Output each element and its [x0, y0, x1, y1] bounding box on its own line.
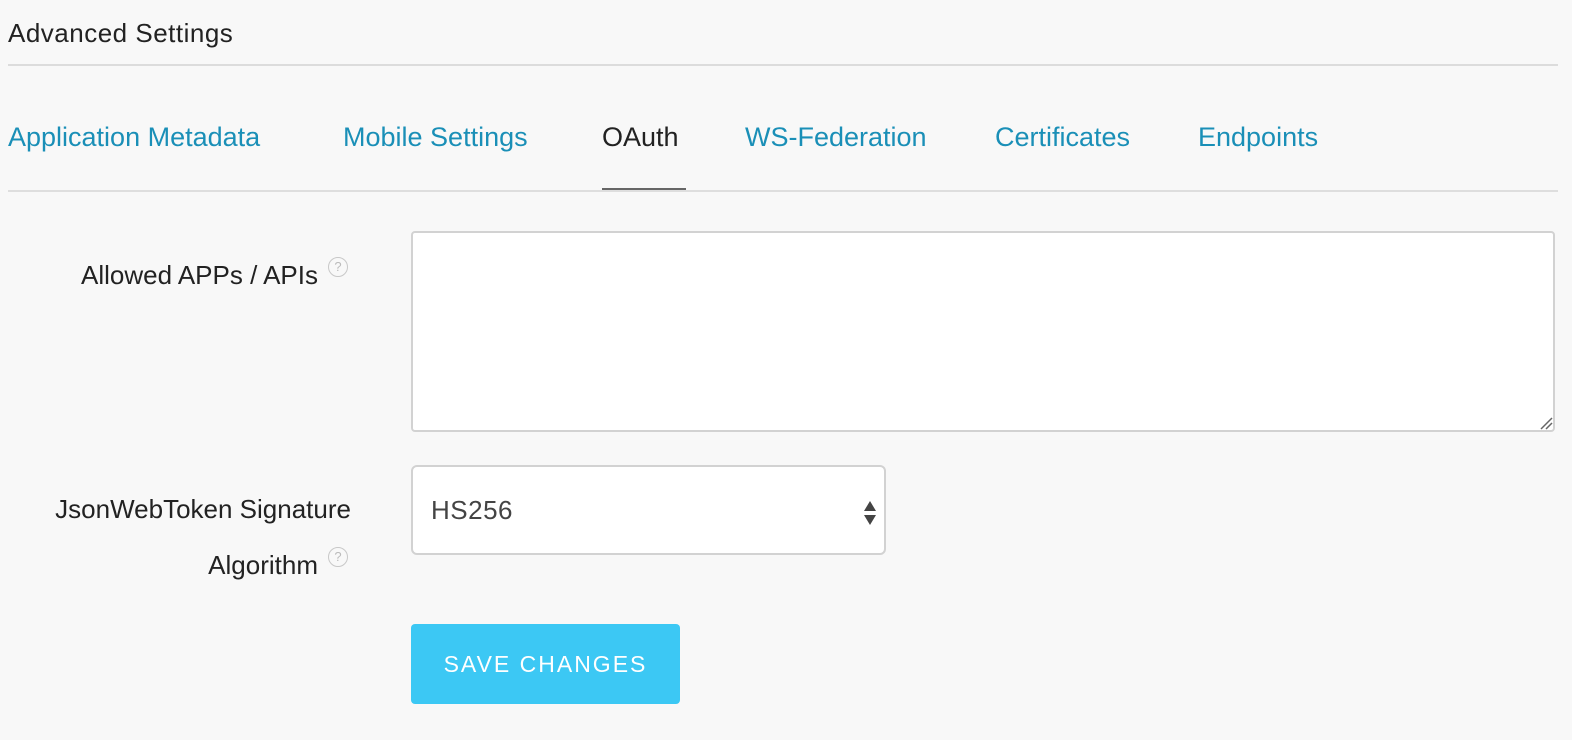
tab-endpoints[interactable]: Endpoints [1198, 122, 1318, 153]
resize-handle-icon[interactable] [1539, 416, 1553, 430]
tab-certificates[interactable]: Certificates [995, 122, 1130, 153]
tab-bar: Application Metadata Mobile Settings OAu… [8, 96, 1558, 192]
jwt-algorithm-label-line2: Algorithm [208, 550, 318, 580]
active-tab-indicator [602, 188, 686, 190]
section-divider [8, 64, 1558, 66]
jwt-algorithm-select[interactable]: HS256 [411, 465, 886, 555]
tab-ws-federation[interactable]: WS-Federation [745, 122, 927, 153]
jwt-algorithm-selected-value: HS256 [431, 495, 513, 525]
question-circle-icon[interactable]: ? [328, 547, 348, 567]
tab-mobile-settings[interactable]: Mobile Settings [343, 122, 528, 153]
question-circle-icon[interactable]: ? [328, 257, 348, 277]
jwt-algorithm-label-line1: JsonWebToken Signature [55, 494, 351, 524]
allowed-apps-textarea[interactable] [411, 231, 1555, 432]
save-changes-button[interactable]: SAVE CHANGES [411, 624, 680, 704]
tab-oauth[interactable]: OAuth [602, 122, 679, 153]
allowed-apps-label: Allowed APPs / APIs [80, 260, 318, 290]
select-updown-arrows-icon [864, 501, 876, 525]
tab-application-metadata[interactable]: Application Metadata [8, 122, 260, 153]
section-title: Advanced Settings [8, 18, 234, 48]
